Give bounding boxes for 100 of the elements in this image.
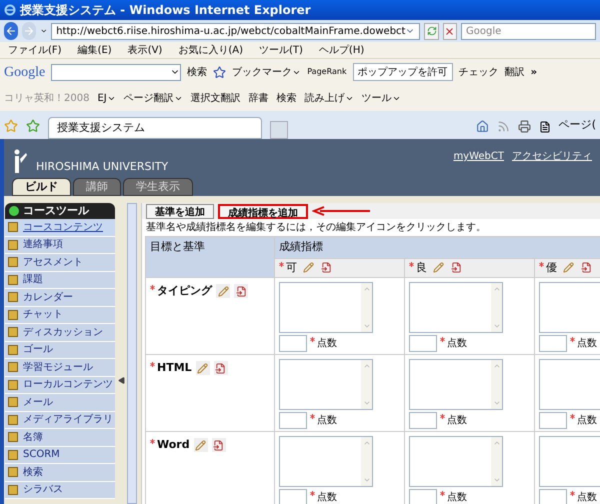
search-button[interactable]: 検索 <box>187 64 208 80</box>
page-icon[interactable] <box>538 121 551 133</box>
back-button[interactable] <box>4 22 18 40</box>
sidebar-item[interactable]: ディスカッション <box>5 324 115 342</box>
scroll-up-icon[interactable] <box>362 439 370 447</box>
sidebar-item[interactable]: チャット <box>5 306 115 324</box>
score-input[interactable] <box>539 335 567 352</box>
scroll-up-icon[interactable] <box>492 362 500 370</box>
edit-icon[interactable] <box>216 284 230 298</box>
sidebar-item[interactable]: ゴール <box>5 342 115 359</box>
favorites-star-icon[interactable] <box>4 119 18 133</box>
university-name: HIROSHIMA UNIVERSITY <box>36 159 168 175</box>
address-field[interactable]: http://webct6.riise.hiroshima-u.ac.jp/webct/cobaltMainFrame.dowebct <box>51 22 420 40</box>
score-label: 点数 <box>577 336 597 351</box>
description-textarea[interactable] <box>409 282 503 333</box>
score-input[interactable] <box>539 412 567 429</box>
sidebar-item[interactable]: カレンダー <box>5 289 115 306</box>
sidebar-item[interactable]: シラバス <box>5 482 115 499</box>
move-icon[interactable] <box>234 284 248 298</box>
move-icon[interactable] <box>319 260 333 275</box>
add-favorite-icon[interactable] <box>26 119 40 133</box>
edit-icon[interactable] <box>196 361 210 376</box>
move-icon[interactable] <box>449 260 463 275</box>
description-textarea[interactable] <box>409 436 503 487</box>
menu-item[interactable]: 編集(E) <box>78 42 112 58</box>
toolbar-menu[interactable]: EJ <box>97 90 116 106</box>
level-name: 可 <box>286 260 297 276</box>
scroll-down-icon[interactable] <box>492 322 500 330</box>
sidebar-item[interactable]: コースコンテンツ <box>5 219 115 236</box>
menu-item[interactable]: ファイル(F) <box>8 42 62 58</box>
page-menu[interactable]: ページ( <box>558 116 596 133</box>
edit-icon[interactable] <box>194 438 208 452</box>
sidebar-item[interactable]: アセスメント <box>5 254 115 272</box>
print-icon[interactable] <box>518 120 531 133</box>
toolbar-button[interactable]: 選択文翻訳 <box>190 90 241 106</box>
toolbar-button[interactable]: 成績指標を追加 <box>218 204 308 218</box>
menu-item[interactable]: 表示(V) <box>128 42 162 58</box>
search-field[interactable]: Google <box>460 22 596 40</box>
home-icon[interactable] <box>476 120 489 133</box>
toolbar-button[interactable]: 基準を追加 <box>146 204 214 218</box>
score-input[interactable] <box>279 489 307 504</box>
move-icon[interactable] <box>579 260 593 275</box>
scroll-down-icon[interactable] <box>362 476 370 484</box>
score-input[interactable] <box>539 489 567 504</box>
score-input[interactable] <box>409 412 437 429</box>
move-icon[interactable] <box>214 361 228 376</box>
more-button[interactable]: » <box>530 64 538 80</box>
scroll-down-icon[interactable] <box>492 476 500 484</box>
toolbar-menu[interactable]: ページ翻訳 <box>124 90 183 106</box>
score-input[interactable] <box>279 335 307 352</box>
toolbar-menu[interactable]: 読み上げ <box>304 90 354 106</box>
menu-item[interactable]: ヘルプ(H) <box>318 42 364 58</box>
scroll-up-icon[interactable] <box>492 439 500 447</box>
scroll-down-icon[interactable] <box>362 399 370 407</box>
sidebar-item[interactable]: SCORM <box>5 446 115 464</box>
sidebar-item[interactable]: メディアライブラリ <box>5 412 115 429</box>
description-textarea[interactable] <box>409 359 503 410</box>
description-textarea[interactable] <box>279 282 373 333</box>
pagerank-button[interactable]: PageRank <box>307 66 347 78</box>
bookmarks-button[interactable]: ブックマーク <box>232 64 302 80</box>
scroll-up-icon[interactable] <box>362 362 370 370</box>
sidebar-item[interactable]: ローカルコンテンツ <box>5 376 115 394</box>
sidebar-item[interactable]: 名簿 <box>5 429 115 446</box>
scroll-down-icon[interactable] <box>362 322 370 330</box>
popup-button[interactable]: ポップアップを許可 <box>352 63 453 81</box>
tab[interactable]: ビルド <box>12 178 71 196</box>
tab[interactable]: 講師 <box>73 178 121 196</box>
header-link[interactable]: myWebCT <box>453 149 504 164</box>
sidebar-item[interactable]: 課題 <box>5 272 115 289</box>
menu-item[interactable]: ツール(T) <box>259 42 303 58</box>
tab[interactable]: 学生表示 <box>123 178 193 196</box>
score-input[interactable] <box>279 412 307 429</box>
score-input[interactable] <box>409 489 437 504</box>
move-icon[interactable] <box>212 438 226 452</box>
refresh-button[interactable] <box>424 22 439 40</box>
collapse-handle-icon[interactable] <box>118 376 124 384</box>
score-input[interactable] <box>409 335 437 352</box>
required-icon <box>310 491 315 496</box>
scroll-up-icon[interactable] <box>492 285 500 293</box>
scroll-down-icon[interactable] <box>492 399 500 407</box>
sidebar-item[interactable]: 連絡事項 <box>5 236 115 254</box>
google-search-field[interactable] <box>51 64 182 80</box>
stop-button[interactable] <box>442 22 457 40</box>
translate-button[interactable]: 翻訳 <box>504 64 525 80</box>
menu-item[interactable]: お気に入り(A) <box>178 42 243 58</box>
new-tab-button[interactable] <box>270 121 288 139</box>
feed-icon[interactable] <box>496 120 510 133</box>
star-icon[interactable] <box>213 66 226 78</box>
sidebar-item[interactable]: メール <box>5 394 115 412</box>
check-button[interactable]: チェック <box>458 64 499 80</box>
description-textarea[interactable] <box>279 359 373 410</box>
toolbar-button[interactable]: 検索 <box>276 90 297 106</box>
sidebar-item[interactable]: 検索 <box>5 464 115 482</box>
toolbar-button[interactable]: 辞書 <box>248 90 269 106</box>
description-textarea[interactable] <box>279 436 373 487</box>
sidebar-item[interactable]: 学習モジュール <box>5 359 115 376</box>
scroll-up-icon[interactable] <box>362 285 370 293</box>
toolbar-menu[interactable]: ツール <box>362 90 401 106</box>
browser-tab[interactable]: 授業支援システム <box>48 117 262 139</box>
header-link[interactable]: アクセシビリティ <box>512 149 592 164</box>
